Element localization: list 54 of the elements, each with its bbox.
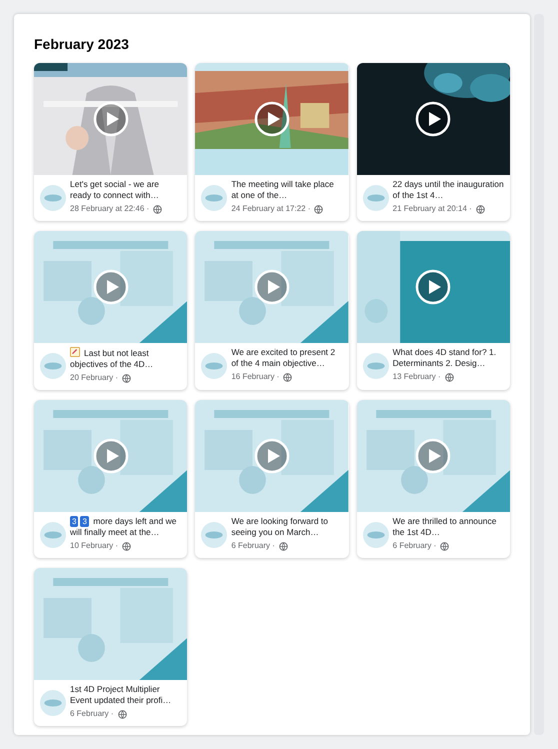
post-card[interactable]: What does 4D stand for? 1. Determinants 2. Desig… 13 February · <box>356 231 510 390</box>
play-icon[interactable] <box>415 101 452 137</box>
play-icon[interactable] <box>254 101 290 137</box>
post-caption: The meeting will take place at one of the… <box>231 179 335 201</box>
post-card[interactable]: We are looking forward to seeing you on March… 6 February · <box>195 400 349 558</box>
post-caption: 3 3 more days left and we will finally meet at the… <box>70 516 178 538</box>
post-date[interactable]: 21 February at 20:14 · <box>392 203 472 215</box>
avatar <box>40 353 66 379</box>
globe-icon <box>444 372 454 382</box>
globe-icon <box>122 374 132 382</box>
globe-icon <box>476 204 485 214</box>
post-card[interactable]: 22 days until the inauguration of the 1st 4… 21 February at 20:14 · <box>356 63 510 221</box>
avatar <box>201 522 228 548</box>
post-date[interactable]: 10 February · <box>70 540 118 552</box>
globe-icon <box>440 542 450 550</box>
post-caption: What does 4D stand for? 1. Determinants 2. Desig… <box>392 347 498 369</box>
post-date[interactable]: 6 February · <box>70 708 114 720</box>
post-card[interactable]: We are thrilled to announce the 1st 4D… 6 February · <box>356 400 510 558</box>
play-icon[interactable] <box>415 269 452 305</box>
post-caption: We are thrilled to announce the 1st 4D… <box>392 516 498 538</box>
post-caption: 22 days until the inauguration of the 1st 4… <box>392 179 504 201</box>
avatar <box>362 185 389 211</box>
post-date[interactable]: 13 February · <box>392 371 441 383</box>
globe-icon <box>283 372 292 382</box>
globe-icon <box>314 204 324 214</box>
post-caption: Last but not least objectives of the 4D… <box>70 347 154 370</box>
post-caption: Let's get social - we are ready to connect with… <box>70 179 160 201</box>
avatar <box>40 185 66 211</box>
post-caption: We are looking forward to seeing you on March… <box>231 516 330 538</box>
post-card[interactable]: The meeting will take place at one of the… 24 February at 17:22 · <box>195 63 349 221</box>
post-card[interactable]: 1st 4D Project Multiplier Event updated their profi… 6 February · <box>34 568 188 726</box>
post-card[interactable]: 3 3 more days left and we will finally meet at the… 10 February · <box>34 400 188 558</box>
globe-icon <box>278 542 288 550</box>
avatar <box>201 353 228 379</box>
post-card[interactable]: Last but not least objectives of the 4D… 20 February · <box>34 231 188 390</box>
avatar <box>40 522 66 548</box>
globe-icon <box>153 204 162 214</box>
avatar <box>362 353 389 379</box>
section-heading: February 2023 <box>34 35 130 54</box>
globe-icon <box>118 710 127 718</box>
post-date[interactable]: 6 February · <box>392 540 436 552</box>
post-date[interactable]: 20 February · <box>70 372 118 384</box>
post-date[interactable]: 6 February · <box>231 540 275 552</box>
post-date[interactable]: 28 February at 22:46 · <box>70 203 150 215</box>
post-caption: 1st 4D Project Multiplier Event updated their profi… <box>70 684 172 706</box>
post-card[interactable]: Let's get social - we are ready to connect with… 28 February at 22:46 · <box>34 63 188 221</box>
post-caption: We are excited to present 2 of the 4 main objective… <box>231 347 336 369</box>
globe-icon <box>122 542 132 550</box>
avatar <box>40 690 66 716</box>
avatar <box>362 522 389 548</box>
post-card[interactable]: We are excited to present 2 of the 4 main objective… 16 February · <box>195 231 349 390</box>
avatar <box>201 185 228 211</box>
post-date[interactable]: 24 February at 17:22 · <box>231 203 310 215</box>
post-date[interactable]: 16 February · <box>231 371 280 383</box>
